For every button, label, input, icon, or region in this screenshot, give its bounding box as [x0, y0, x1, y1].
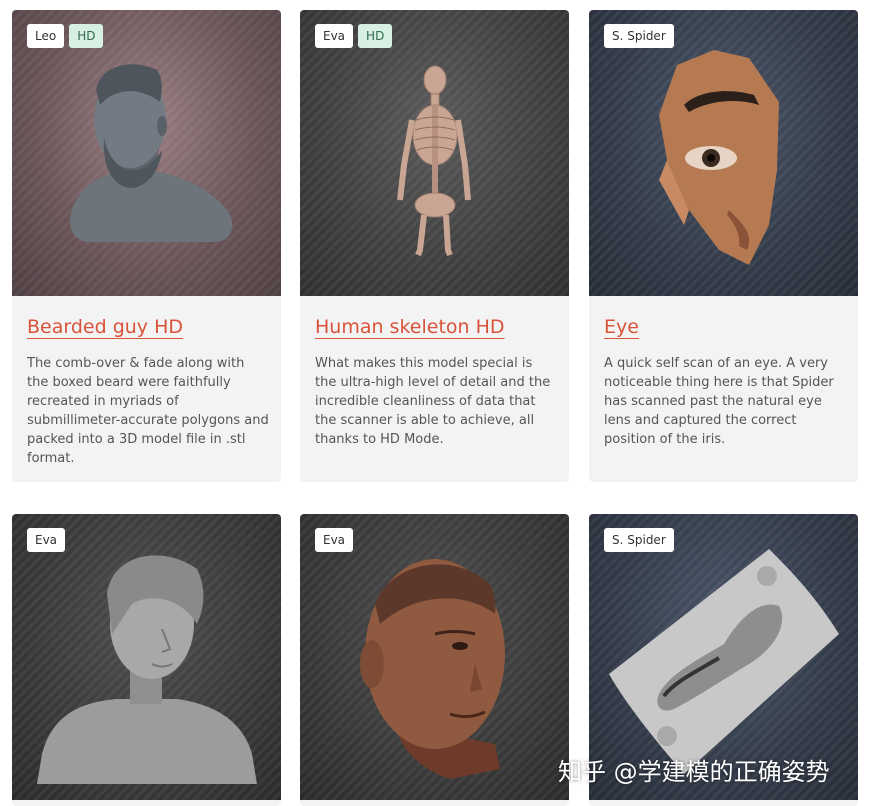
tag-scanner[interactable]: Eva	[315, 24, 354, 48]
bearded-bust-image	[70, 64, 233, 242]
tag-scanner[interactable]: Eva	[315, 528, 354, 552]
card-description: A quick self scan of an eye. A very noti…	[604, 356, 834, 447]
skeleton-image	[397, 65, 471, 257]
card-title-link[interactable]: Eye	[604, 316, 639, 338]
tag-scanner[interactable]: S. Spider	[604, 24, 674, 48]
card-tags: Eva HD	[315, 24, 393, 48]
card-tags: Eva	[315, 528, 354, 552]
model-thumbnail[interactable]: S. Spider	[589, 10, 858, 296]
young-man-bust-image	[37, 555, 257, 784]
model-card-bearded-guy[interactable]: Leo HD Bearded guy HD The comb-over & fa…	[12, 10, 281, 482]
card-tags: Eva	[27, 528, 66, 552]
card-description: The comb-over & fade along with the boxe…	[27, 356, 269, 466]
card-title-link[interactable]: Human skeleton HD	[315, 316, 505, 338]
tag-hd[interactable]: HD	[358, 24, 393, 48]
model-card-eye[interactable]: S. Spider Eye A quick self scan of an ey…	[589, 10, 858, 482]
model-thumbnail[interactable]: Leo HD	[12, 10, 281, 296]
card-title-link[interactable]: Bearded guy HD	[27, 316, 183, 338]
model-thumbnail[interactable]: Eva	[12, 514, 281, 800]
tag-hd[interactable]: HD	[69, 24, 104, 48]
model-card-man-head[interactable]: Eva	[300, 514, 569, 806]
tag-scanner[interactable]: S. Spider	[604, 528, 674, 552]
model-thumbnail[interactable]: Eva HD	[300, 10, 569, 296]
tag-scanner[interactable]: Leo	[27, 24, 65, 48]
model-card-young-man[interactable]: Eva	[12, 514, 281, 806]
man-head-image	[360, 559, 505, 779]
eye-scan-image	[659, 50, 779, 265]
tag-scanner[interactable]: Eva	[27, 528, 66, 552]
card-tags: S. Spider	[604, 24, 674, 48]
model-card-human-skeleton[interactable]: Eva HD Human skeleton HD What makes this…	[300, 10, 569, 482]
card-tags: S. Spider	[604, 528, 674, 552]
card-tags: Leo HD	[27, 24, 104, 48]
card-description: What makes this model special is the ult…	[315, 356, 551, 447]
model-thumbnail[interactable]: Eva	[300, 514, 569, 800]
watermark-text: 知乎 @学建模的正确姿势	[558, 758, 830, 786]
